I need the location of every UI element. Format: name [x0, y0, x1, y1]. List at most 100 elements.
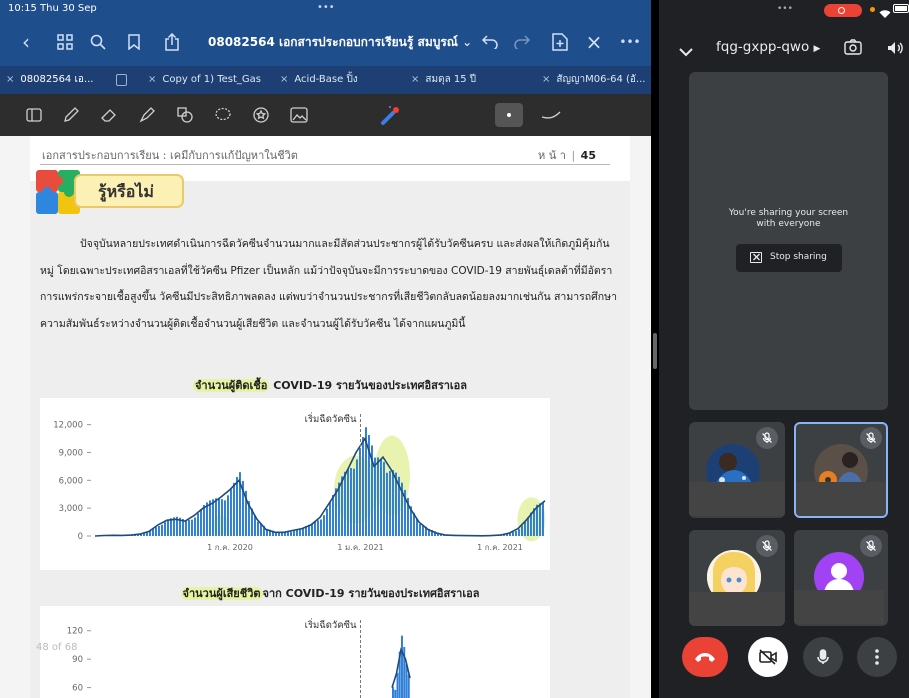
y-tick-label: 3,000	[59, 504, 83, 514]
document-title[interactable]: 08082564 เอกสารประกอบการเรียนรู้ สมบูรณ์…	[208, 33, 472, 52]
wifi-icon	[879, 4, 891, 23]
add-page-icon[interactable]	[548, 30, 572, 54]
image-icon[interactable]	[286, 103, 312, 127]
camera-off-button[interactable]	[748, 637, 788, 677]
data-bar	[338, 482, 340, 536]
share-icon[interactable]	[160, 30, 184, 54]
close-icon[interactable]: ×	[582, 30, 606, 54]
redo-icon[interactable]	[510, 30, 534, 54]
tab-3[interactable]: × Acid-Base ปิ้ง	[280, 66, 400, 94]
data-bar	[236, 477, 238, 536]
shapes-icon[interactable]	[172, 103, 198, 127]
lasso-icon[interactable]	[210, 103, 236, 127]
close-icon[interactable]: ×	[411, 74, 419, 85]
more-icon[interactable]: •••	[618, 30, 642, 54]
close-icon[interactable]: ×	[280, 74, 288, 85]
y-tick-label: 9,000	[59, 448, 83, 458]
laser-pointer-icon[interactable]	[378, 103, 404, 127]
sharing-message: You're sharing your screen with everyone	[689, 208, 888, 230]
participant-name-redacted	[689, 482, 785, 516]
participant-tile-4[interactable]	[794, 530, 888, 626]
stop-sharing-button[interactable]: Stop sharing	[736, 244, 842, 272]
app-toolbar: ‹ 08082564 เอกสารประกอบการเรียนรู้ สมบูร…	[0, 18, 651, 66]
multitask-dots[interactable]: •••	[317, 2, 335, 13]
tab-overview-icon[interactable]	[116, 74, 127, 86]
data-bar	[185, 520, 187, 536]
pdf-page: เอกสารประกอบการเรียน : เคมีกับการแก้ปัญห…	[30, 136, 630, 698]
participant-tile-3[interactable]	[689, 530, 785, 626]
close-icon[interactable]: ×	[542, 74, 550, 85]
deaths-chart: 120 90 60 เริ่มฉีดวัคซีน	[40, 606, 550, 698]
microphone-button[interactable]	[803, 637, 843, 677]
vaccine-start-label: เริ่มฉีดวัคซีน	[305, 412, 357, 425]
data-bar	[206, 502, 208, 536]
data-bar	[392, 470, 394, 536]
split-divider[interactable]	[651, 0, 659, 698]
data-bar	[396, 672, 399, 698]
stroke-width-icon[interactable]	[538, 103, 564, 127]
chevron-right-icon: ▶	[813, 44, 821, 54]
data-bar	[218, 498, 220, 536]
x-tick-label: 1 ม.ค. 2021	[337, 543, 383, 552]
chart-2-title-rest: จาก COVID-19 รายวันของประเทศอิสราเอล	[262, 587, 480, 600]
data-bar	[197, 513, 199, 536]
participant-name-redacted	[689, 592, 785, 626]
divider-handle[interactable]	[653, 333, 657, 369]
bookmark-icon[interactable]	[122, 30, 146, 54]
grid-icon[interactable]	[53, 30, 77, 54]
close-icon[interactable]: ×	[6, 74, 14, 85]
close-icon[interactable]: ×	[148, 74, 156, 85]
infections-chart: 12,000 9,000 6,000 3,000 0 เริ่มฉีดวัคซีน 1 ก.…	[40, 398, 550, 570]
back-icon[interactable]: ‹	[14, 30, 38, 54]
search-icon[interactable]	[86, 30, 110, 54]
data-bar	[392, 686, 394, 698]
pdf-app: 10:15 Thu 30 Sep ••• ‹ 08082564 เอกสารปร…	[0, 0, 651, 698]
meeting-code[interactable]: fqg-gxpp-qwo ▶	[716, 39, 820, 55]
data-bar	[290, 531, 292, 536]
tab-label: สมดุล 15 ปี	[425, 74, 477, 85]
data-bar	[326, 508, 328, 536]
data-bar	[353, 468, 355, 536]
data-bar	[383, 462, 385, 536]
multitask-dots[interactable]: •••	[777, 4, 793, 14]
pen-icon[interactable]	[58, 103, 84, 127]
switch-camera-icon[interactable]	[844, 39, 862, 59]
data-bar	[518, 529, 520, 536]
data-bar	[539, 503, 541, 536]
end-call-button[interactable]	[682, 637, 728, 677]
sharing-message-line-1: You're sharing your screen	[728, 208, 849, 218]
chart-2-title: จำนวนผู้เสียชีวิต จาก COVID-19 รายวันของป…	[30, 584, 630, 602]
tab-4[interactable]: × สมดุล 15 ปี	[411, 66, 529, 94]
tab-2[interactable]: × Copy of 1) Test_Gas	[148, 66, 266, 94]
sticker-icon[interactable]	[248, 103, 274, 127]
dot-color-swatch[interactable]	[495, 103, 523, 127]
data-bar	[536, 504, 538, 536]
undo-icon[interactable]	[478, 30, 502, 54]
dot-icon	[507, 113, 511, 117]
sidebar-toggle-icon[interactable]	[21, 103, 47, 127]
data-bar	[158, 525, 160, 536]
more-options-button[interactable]	[857, 637, 897, 677]
meeting-code-text: fqg-gxpp-qwo	[716, 39, 810, 55]
speaker-icon[interactable]	[887, 40, 903, 59]
tab-5[interactable]: × สัญญาM06-64 (อั...	[542, 66, 649, 94]
data-bar	[215, 498, 217, 536]
data-bar	[191, 519, 193, 536]
eraser-icon[interactable]	[96, 103, 122, 127]
data-bar	[170, 518, 172, 536]
y-tick-label: 0	[78, 532, 83, 542]
highlighter-icon[interactable]	[134, 103, 160, 127]
data-bar	[203, 505, 205, 536]
y-tick-label: 6,000	[59, 476, 83, 486]
participant-tile-1[interactable]	[689, 422, 785, 518]
y-tick-label: 90	[72, 655, 83, 665]
chart-1-title-rest: COVID-19 รายวันของประเทศอิสราเอล	[269, 379, 468, 392]
data-bar	[419, 523, 421, 536]
page-counter: 48 of 68	[36, 642, 78, 653]
stop-sharing-label: Stop sharing	[770, 252, 827, 262]
participant-tile-2[interactable]	[794, 422, 888, 518]
tab-1[interactable]: × 08082564 เอ...	[6, 66, 130, 94]
collapse-chevron-icon[interactable]	[679, 42, 693, 61]
data-bar	[524, 521, 526, 536]
data-bar	[224, 500, 226, 536]
